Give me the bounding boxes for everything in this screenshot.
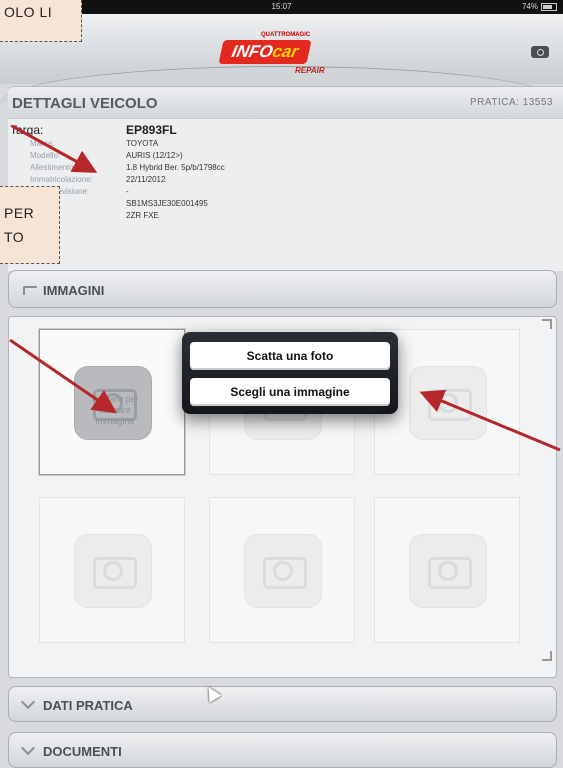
detail-value: 22/11/2012 bbox=[126, 175, 166, 184]
scroll-indicator-bottom bbox=[542, 651, 552, 661]
pratica-number: PRATICA: 13553 bbox=[470, 97, 553, 108]
vehicle-details: Targa: EP893FL Marca: TOYOTA Modello: AU… bbox=[8, 118, 563, 271]
chevron-up-icon bbox=[23, 286, 37, 295]
detail-label: Allestimento: bbox=[30, 163, 76, 172]
logo-info: INFO bbox=[230, 42, 275, 61]
logo-brand-line: QUATTROMAGIC bbox=[261, 32, 311, 38]
detail-value: EP893FL bbox=[126, 123, 177, 137]
choose-image-button[interactable]: Scegli una immagine bbox=[190, 378, 390, 406]
scroll-indicator-top bbox=[542, 319, 552, 329]
battery-icon bbox=[541, 2, 557, 11]
detail-label: Targa: bbox=[10, 123, 44, 137]
status-bar: 15:07 74% bbox=[0, 0, 563, 14]
camera-placeholder-icon bbox=[74, 534, 152, 608]
detail-label: Immatricolazione: bbox=[30, 175, 93, 184]
photo-source-popover: Scatta una foto Scegli una immagine bbox=[182, 332, 398, 414]
detail-value: 1.8 Hybrid Ber. 5p/b/1798cc bbox=[126, 163, 225, 172]
detail-value: TOYOTA bbox=[126, 139, 159, 148]
photo-slot-1[interactable]: Toccare per caricare immagine bbox=[39, 329, 185, 475]
detail-row-allestimento: Allestimento: 1.8 Hybrid Ber. 5p/b/1798c… bbox=[8, 163, 563, 172]
photo-slot-4[interactable] bbox=[39, 497, 185, 643]
camera-placeholder-icon bbox=[244, 534, 322, 608]
logo-repair: REPAIR bbox=[295, 66, 325, 75]
dati-pratica-label: DATI PRATICA bbox=[43, 698, 133, 713]
dati-pratica-toggle[interactable]: DATI PRATICA bbox=[8, 686, 557, 722]
pratica-label: PRATICA: bbox=[470, 97, 520, 108]
images-section-toggle[interactable]: IMMAGINI bbox=[8, 270, 557, 308]
camera-placeholder-icon bbox=[409, 366, 487, 440]
photo-slot-hint: Toccare per caricare immagine bbox=[91, 394, 139, 426]
vehicle-section-header: DETTAGLI VEICOLO PRATICA: 13553 bbox=[8, 86, 563, 117]
detail-row-telaio: Telaio: SB1MS3JE30E001495 bbox=[8, 199, 563, 208]
camera-placeholder-icon bbox=[409, 534, 487, 608]
images-section-label: IMMAGINI bbox=[43, 283, 105, 298]
callout-middle-line2: TO bbox=[4, 229, 25, 245]
page-title: DETTAGLI VEICOLO bbox=[12, 95, 158, 112]
battery-indicator: 74% bbox=[522, 2, 557, 11]
callout-middle: PER TO bbox=[0, 186, 60, 264]
detail-row-marca: Marca: TOYOTA bbox=[8, 139, 563, 148]
detail-value: AURIS (12/12>) bbox=[126, 151, 183, 160]
app-logo: QUATTROMAGIC INFOcar REPAIR bbox=[218, 32, 347, 82]
callout-top-text: OLO LI bbox=[4, 4, 53, 20]
detail-row-revisione: Ultima revisione: - bbox=[8, 187, 563, 196]
detail-label: Marca: bbox=[30, 139, 55, 148]
detail-row-targa: Targa: EP893FL bbox=[8, 123, 563, 137]
callout-middle-line1: PER bbox=[4, 205, 35, 221]
logo-wordmark: INFOcar bbox=[218, 40, 312, 64]
chevron-down-icon bbox=[20, 694, 36, 710]
take-photo-button[interactable]: Scatta una foto bbox=[190, 342, 390, 370]
battery-percent: 74% bbox=[521, 2, 538, 11]
app-header: QUATTROMAGIC INFOcar REPAIR bbox=[0, 14, 563, 103]
photo-slot-6[interactable] bbox=[374, 497, 520, 643]
detail-value: - bbox=[126, 187, 129, 196]
camera-icon[interactable] bbox=[531, 46, 549, 58]
detail-value: 2ZR FXE bbox=[126, 211, 159, 220]
pratica-value: 13553 bbox=[522, 97, 553, 108]
status-time: 15:07 bbox=[271, 2, 292, 11]
detail-row-motore: Motore: 2ZR FXE bbox=[8, 211, 563, 220]
detail-value: SB1MS3JE30E001495 bbox=[126, 199, 208, 208]
documenti-toggle[interactable]: DOCUMENTI bbox=[8, 732, 557, 768]
detail-row-immatricolazione: Immatricolazione: 22/11/2012 bbox=[8, 175, 563, 184]
detail-row-modello: Modello: AURIS (12/12>) bbox=[8, 151, 563, 160]
callout-top: OLO LI bbox=[0, 0, 82, 42]
chevron-down-icon bbox=[20, 740, 36, 756]
logo-car: car bbox=[270, 42, 301, 61]
photo-slot-5[interactable] bbox=[209, 497, 355, 643]
detail-label: Modello: bbox=[30, 151, 61, 160]
